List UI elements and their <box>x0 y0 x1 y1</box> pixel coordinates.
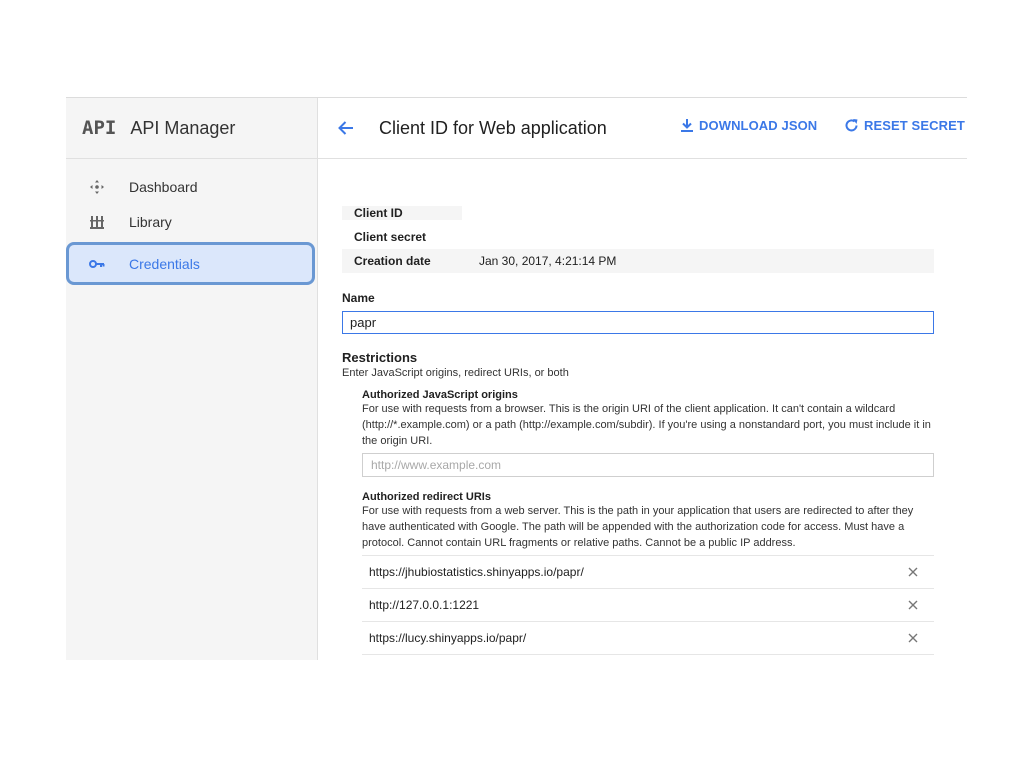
redirect-uri-text[interactable]: https://lucy.shinyapps.io/papr/ <box>362 631 526 645</box>
client-id-row: Client ID <box>342 201 934 225</box>
reset-secret-label: RESET SECRET <box>864 118 965 133</box>
creation-date-row: Creation date Jan 30, 2017, 4:21:14 PM <box>342 249 934 273</box>
brand-header: API API Manager <box>66 98 317 159</box>
list-item: https://lucy.shinyapps.io/papr/ <box>362 622 934 655</box>
sidebar-item-credentials[interactable]: Credentials <box>66 242 315 285</box>
list-item: https://jhubiostatistics.shinyapps.io/pa… <box>362 556 934 589</box>
sidebar-item-label: Credentials <box>129 255 200 272</box>
redirect-uris-section: Authorized redirect URIs For use with re… <box>362 491 934 655</box>
client-secret-row: Client secret <box>342 225 934 249</box>
client-info-table: Client ID Client secret Creation date Ja… <box>342 201 934 273</box>
redirect-uri-list: https://jhubiostatistics.shinyapps.io/pa… <box>362 555 934 655</box>
client-secret-label: Client secret <box>354 230 427 244</box>
reset-secret-button[interactable]: RESET SECRET <box>844 118 965 133</box>
sidebar-item-label: Library <box>129 213 172 230</box>
name-label: Name <box>342 291 375 305</box>
close-icon[interactable] <box>904 629 922 647</box>
js-origins-description: For use with requests from a browser. Th… <box>362 403 931 447</box>
restrictions-subtitle: Enter JavaScript origins, redirect URIs,… <box>342 367 569 379</box>
page-title: Client ID for Web application <box>379 117 607 138</box>
js-origins-section: Authorized JavaScript origins For use wi… <box>362 389 934 477</box>
sidebar-item-dashboard[interactable]: Dashboard <box>66 169 317 204</box>
api-logo: API <box>82 117 117 139</box>
key-icon <box>88 255 106 273</box>
refresh-icon <box>845 119 858 132</box>
creation-date-label: Creation date <box>354 254 431 268</box>
close-icon[interactable] <box>904 596 922 614</box>
download-json-label: DOWNLOAD JSON <box>699 118 818 133</box>
sidebar: API API Manager Dashboard Library Creden… <box>66 98 318 660</box>
sidebar-item-label: Dashboard <box>129 178 198 195</box>
page-header: Client ID for Web application DOWNLOAD J… <box>318 98 967 159</box>
library-icon <box>88 213 106 231</box>
restrictions-title: Restrictions <box>342 350 418 365</box>
sidebar-nav: Dashboard Library Credentials <box>66 159 317 285</box>
redirect-uris-description: For use with requests from a web server.… <box>362 505 914 549</box>
close-icon[interactable] <box>904 563 922 581</box>
app-title: API Manager <box>130 117 236 138</box>
redirect-uri-text[interactable]: http://127.0.0.1:1221 <box>362 598 479 612</box>
api-manager-app: API API Manager Dashboard Library Creden… <box>66 97 967 660</box>
creation-date-value: Jan 30, 2017, 4:21:14 PM <box>479 254 617 268</box>
download-icon <box>681 119 693 132</box>
js-origin-input[interactable] <box>362 453 934 477</box>
download-json-button[interactable]: DOWNLOAD JSON <box>680 118 817 133</box>
redirect-uri-text[interactable]: https://jhubiostatistics.shinyapps.io/pa… <box>362 565 584 579</box>
list-item: http://127.0.0.1:1221 <box>362 589 934 622</box>
sidebar-item-library[interactable]: Library <box>66 204 317 239</box>
main-panel: Client ID for Web application DOWNLOAD J… <box>318 98 967 660</box>
js-origins-title: Authorized JavaScript origins <box>362 389 518 401</box>
client-id-label: Client ID <box>342 206 462 220</box>
back-arrow-icon[interactable] <box>336 118 356 138</box>
name-input[interactable] <box>342 311 934 334</box>
dashboard-icon <box>88 178 106 196</box>
redirect-uris-title: Authorized redirect URIs <box>362 491 491 503</box>
client-details: Client ID Client secret Creation date Ja… <box>342 159 934 655</box>
